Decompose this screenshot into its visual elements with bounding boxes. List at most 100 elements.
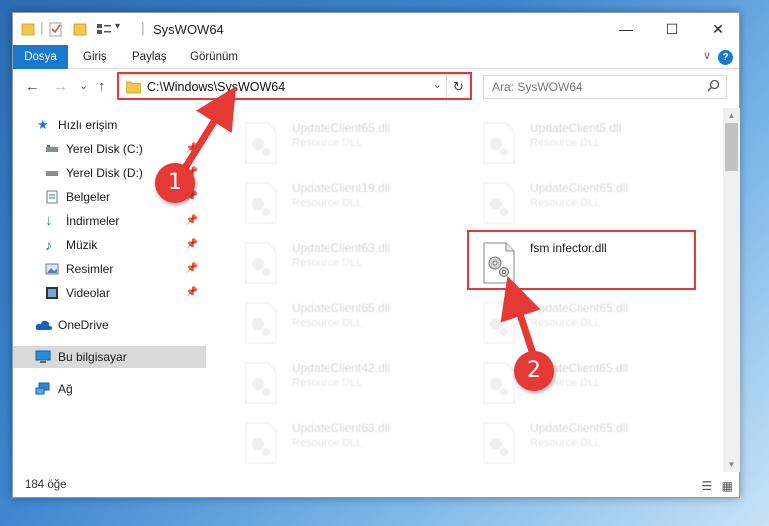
file-name: UpdateClient65.dll [292,301,391,315]
sidebar-item-this-pc[interactable]: Bu bilgisayar [13,346,206,368]
file-name: UpdateClient65.dll [530,301,629,315]
tab-view[interactable]: Görünüm [190,45,238,69]
file-tile[interactable]: UpdateClient42.dll Resource DLL [228,356,448,408]
sidebar-item-music[interactable]: ♪ Müzik 📌 [13,234,206,256]
large-icons-view-icon[interactable]: ▦ [722,479,733,493]
customize-toolbar-icon[interactable]: ▾ [115,21,120,37]
search-icon[interactable] [707,79,720,92]
item-count: 184 öğe [25,479,67,491]
dll-file-icon [245,362,277,404]
details-view-icon[interactable]: ☰ [702,479,713,493]
address-highlight-box [117,72,472,100]
file-tile[interactable]: UpdateClient19.dll Resource DLL [228,176,448,228]
file-tile[interactable]: UpdateClient63.dll Resource DLL [228,416,448,468]
properties-icon[interactable] [49,21,63,37]
up-button[interactable]: ↑ [98,78,106,95]
file-tile[interactable]: UpdateClient65.dll Resource DLL [228,116,448,168]
file-name: UpdateClient65.dll [530,181,629,195]
sidebar-item-disk-c[interactable]: Yerel Disk (C:) 📌 [13,138,206,160]
title-bar: | ▾ | SysWOW64 — ☐ ✕ [13,13,739,45]
search-input[interactable]: Ara: SysWOW64 [483,75,727,99]
sidebar-item-downloads[interactable]: ↓ İndirmeler 📌 [13,210,206,232]
step-1-badge: 1 [155,163,195,203]
drive-icon [46,145,58,152]
maximize-button[interactable]: ☐ [649,13,695,45]
file-type: Resource DLL [530,317,601,329]
file-name: UpdateClient5.dll [530,121,622,135]
file-type: Resource DLL [292,137,363,149]
pin-icon[interactable]: 📌 [186,138,198,160]
file-tile[interactable]: UpdateClient65.dll Resource DLL [466,176,686,228]
scroll-up-arrow-icon[interactable]: ▲ [723,108,740,123]
pin-icon[interactable]: 📌 [186,210,198,232]
pin-icon[interactable]: 📌 [186,234,198,256]
status-bar: 184 öğe ☰ ▦ [13,475,739,497]
file-tile[interactable]: UpdateClient65.dll Resource DLL [466,416,686,468]
forward-button[interactable]: → [53,78,68,95]
sidebar-item-label: Resimler [66,262,114,276]
sidebar-item-quick-access[interactable]: ★ Hızlı erişim [13,114,206,136]
sidebar-item-label: Bu bilgisayar [58,350,127,364]
recent-locations-button[interactable]: ⌄ [79,79,88,92]
dll-file-icon [483,182,515,224]
sidebar-item-label: Ağ [58,382,73,396]
pin-icon[interactable]: 📌 [186,282,198,304]
dll-file-icon [245,182,277,224]
new-folder-icon[interactable] [73,21,87,37]
file-highlight-box [467,230,696,290]
close-button[interactable]: ✕ [695,13,741,45]
file-name: UpdateClient65.dll [292,121,391,135]
sidebar-item-label: Belgeler [66,190,111,204]
sidebar-item-onedrive[interactable]: OneDrive [13,314,206,336]
scroll-down-arrow-icon[interactable]: ▼ [723,457,740,472]
tab-home[interactable]: Giriş [83,45,107,69]
dll-file-icon [245,122,277,164]
file-type: Resource DLL [292,377,363,389]
file-type: Resource DLL [292,437,363,449]
dll-file-icon [483,362,515,404]
file-name: UpdateClient42.dll [292,361,391,375]
sidebar-item-label: OneDrive [58,318,109,332]
separator: | [141,19,145,35]
ribbon-tabs: Dosya Giriş Paylaş Görünüm ∨ ? [13,45,739,69]
search-placeholder: Ara: SysWOW64 [492,80,583,94]
download-icon: ↓ [45,212,53,229]
sidebar-item-label: İndirmeler [66,214,120,228]
music-icon: ♪ [45,237,52,253]
file-tile[interactable]: UpdateClient63.dll Resource DLL [228,236,448,288]
file-tile[interactable]: UpdateClient65.dll Resource DLL [466,296,686,348]
minimize-button[interactable]: — [603,13,649,45]
scroll-thumb[interactable] [725,123,738,171]
file-name: UpdateClient19.dll [292,181,391,195]
sidebar-item-videos[interactable]: Videolar 📌 [13,282,206,304]
network-icon [35,382,50,395]
file-tile[interactable]: UpdateClient65.dll Resource DLL [466,356,686,408]
separator: | [40,19,44,35]
dll-file-icon [483,422,515,464]
file-type: Resource DLL [292,317,363,329]
pictures-icon [45,263,59,275]
window-title: SysWOW64 [153,22,224,37]
tab-file[interactable]: Dosya [13,45,68,69]
file-tile[interactable]: UpdateClient5.dll Resource DLL [466,116,686,168]
dll-file-icon [245,242,277,284]
file-type: Resource DLL [530,137,601,149]
vertical-scrollbar[interactable]: ▲ ▼ [723,108,740,472]
sidebar-item-network[interactable]: Ağ [13,378,206,400]
file-tile[interactable]: UpdateClient65.dll Resource DLL [228,296,448,348]
file-name: UpdateClient65.dll [530,421,629,435]
cloud-icon [35,320,53,330]
file-type: Resource DLL [292,257,363,269]
pin-icon[interactable]: 📌 [186,258,198,280]
view-mode-icons[interactable]: ☰ ▦ [702,479,733,493]
back-button[interactable]: ← [25,78,40,95]
drive-icon [46,171,58,176]
chevron-down-icon[interactable]: ∨ [703,49,711,62]
file-name: UpdateClient63.dll [292,421,391,435]
tab-share[interactable]: Paylaş [132,45,167,69]
help-icon[interactable]: ? [718,50,733,65]
dll-file-icon [245,302,277,344]
sidebar-item-pictures[interactable]: Resimler 📌 [13,258,206,280]
step-2-badge: 2 [514,351,554,391]
view-options-icon[interactable] [96,21,112,37]
